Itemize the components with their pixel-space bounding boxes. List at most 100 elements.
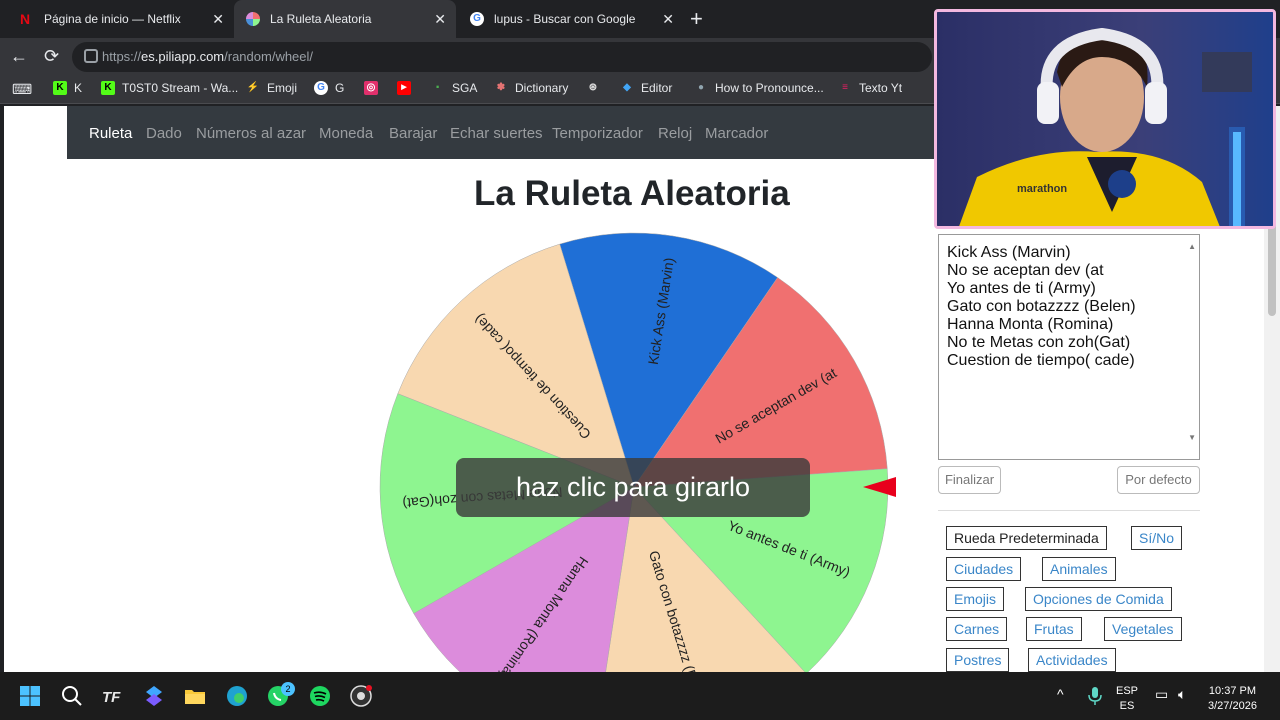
preset-meats[interactable]: Carnes xyxy=(946,617,1008,641)
close-icon[interactable]: ✕ xyxy=(212,11,224,28)
dev-app-icon[interactable] xyxy=(142,684,166,708)
bookmark-label: How to Pronounce... xyxy=(715,81,824,95)
bookmark-label: K xyxy=(74,81,83,95)
webcam-image: marathon xyxy=(937,12,1273,226)
preset-default-wheel[interactable]: Rueda Predeterminada xyxy=(946,526,1107,550)
tab-google[interactable]: G lupus - Buscar con Google ✕ xyxy=(458,0,684,38)
finish-button[interactable]: Finalizar xyxy=(938,466,1001,494)
entry-line: Kick Ass (Marvin) xyxy=(947,244,1071,261)
clock-time: 10:37 PM xyxy=(1208,685,1257,697)
default-button[interactable]: Por defecto xyxy=(1117,466,1200,494)
bookmark-label: Editor xyxy=(641,81,673,95)
bookmark-editor[interactable]: ◆ Editor xyxy=(620,81,672,95)
shirt-text: marathon xyxy=(1017,183,1067,195)
bookmark-dictionary[interactable]: ✽ Dictionary xyxy=(494,81,569,95)
new-tab-button[interactable]: + xyxy=(690,6,703,32)
url-path: /random/wheel/ xyxy=(224,49,314,64)
microphone-icon[interactable] xyxy=(1083,684,1107,708)
kick-icon: K xyxy=(53,81,67,95)
bookmark-label: Emoji xyxy=(267,81,298,95)
tab-title: lupus - Buscar con Google xyxy=(494,12,636,26)
bookmark-label: Dictionary xyxy=(515,81,569,95)
file-explorer-icon[interactable] xyxy=(183,684,207,708)
bookmark-k[interactable]: KK xyxy=(53,81,82,95)
bookmark-g[interactable]: GG xyxy=(314,81,344,95)
tab-netflix[interactable]: N Página de inicio — Netflix ✕ xyxy=(8,0,234,38)
bookmark-chatgpt[interactable]: ⊛ xyxy=(586,81,607,95)
obs-icon[interactable] xyxy=(349,684,373,708)
wheel-segments[interactable]: Kick Ass (Marvin)No se aceptan dev (atYo… xyxy=(379,232,889,672)
preset-animals[interactable]: Animales xyxy=(1042,557,1116,581)
entries-textarea[interactable]: Kick Ass (Marvin) No se aceptan dev (at … xyxy=(938,234,1200,460)
entry-line: No te Metas con zoh(Gat) xyxy=(947,334,1131,351)
language-indicator[interactable]: ESP ES xyxy=(1116,684,1138,714)
scroll-down-icon[interactable]: ▼ xyxy=(1188,429,1196,447)
bookmark-sga[interactable]: · SGA xyxy=(431,79,478,96)
bookmark-label: Texto Yt xyxy=(859,81,903,95)
openai-icon: ⊛ xyxy=(588,82,598,93)
tab-search-icon[interactable]: ⌨ xyxy=(12,81,32,98)
network-icon[interactable]: ▭ xyxy=(1155,686,1168,703)
divider xyxy=(938,510,1200,511)
preset-food[interactable]: Opciones de Comida xyxy=(1025,587,1172,611)
tab-title: Página de inicio — Netflix xyxy=(44,12,181,26)
bookmark-texto-yt[interactable]: ≡ Texto Yt xyxy=(838,81,902,95)
reload-button[interactable]: ⟳ xyxy=(44,46,59,67)
instagram-icon: ◎ xyxy=(364,81,378,95)
netflix-icon: N xyxy=(20,11,31,27)
bookmark-emoji[interactable]: ⚡ Emoji xyxy=(246,81,297,95)
address-bar[interactable]: https://es.piliapp.com/random/wheel/ xyxy=(72,42,932,72)
spotify-icon[interactable] xyxy=(308,684,332,708)
entry-line: Gato con botazzzz (Belen) xyxy=(947,298,1136,315)
entry-line: Cuestion de tiempo( cade) xyxy=(947,352,1135,369)
edge-icon[interactable] xyxy=(225,684,249,708)
preset-vegetables[interactable]: Vegetales xyxy=(1104,617,1182,641)
spin-button[interactable]: haz clic para girarlo xyxy=(456,458,810,517)
site-info-icon[interactable] xyxy=(84,49,98,63)
webcam-overlay: marathon xyxy=(934,9,1276,229)
svg-text:TF: TF xyxy=(102,689,121,706)
bookmark-instagram[interactable]: ◎ xyxy=(364,81,385,95)
entry-line: No se aceptan dev (at xyxy=(947,262,1104,279)
back-button[interactable]: ← xyxy=(10,46,28,67)
preset-fruits[interactable]: Frutas xyxy=(1026,617,1082,641)
close-icon[interactable]: ✕ xyxy=(434,11,446,28)
clock[interactable]: 10:37 PM 3/27/2026 xyxy=(1208,684,1257,714)
editor-icon: ◆ xyxy=(623,82,631,93)
clock-date: 3/27/2026 xyxy=(1208,700,1257,712)
bookmark-label: T0ST0 Stream - Wa... xyxy=(122,81,239,95)
url-scheme: https:// xyxy=(102,49,142,64)
preset-cities[interactable]: Ciudades xyxy=(946,557,1022,581)
preset-yes-no[interactable]: Sí/No xyxy=(1131,526,1183,550)
google-icon: G xyxy=(470,12,484,26)
volume-icon[interactable]: 🔈︎ xyxy=(1178,686,1186,703)
scroll-up-icon[interactable]: ▲ xyxy=(1188,238,1196,256)
keyboard-code: ES xyxy=(1119,700,1135,712)
sga-icon: · xyxy=(435,79,441,96)
preset-emojis[interactable]: Emojis xyxy=(946,587,1005,611)
preset-activities[interactable]: Actividades xyxy=(1028,648,1116,672)
bolt-icon: ⚡ xyxy=(246,82,260,93)
bookmark-label: SGA xyxy=(452,81,478,95)
tray-chevron-icon[interactable]: ^ xyxy=(1057,686,1064,702)
dictionary-icon: ✽ xyxy=(496,82,506,93)
windows-start-icon[interactable] xyxy=(18,684,42,708)
entry-line: Yo antes de ti (Army) xyxy=(947,280,1096,297)
tab-title: La Ruleta Aleatoria xyxy=(270,12,372,26)
entry-line: Hanna Monta (Romina) xyxy=(947,316,1114,333)
url-host: es.piliapp.com xyxy=(141,49,225,64)
text-icon: ≡ xyxy=(842,82,848,93)
kick-icon: K xyxy=(101,81,115,95)
preset-desserts[interactable]: Postres xyxy=(946,648,1010,672)
pronounce-icon: ● xyxy=(697,82,705,93)
language-code: ESP xyxy=(1116,685,1139,697)
tf-app-icon[interactable]: TF xyxy=(101,684,125,708)
tab-ruleta[interactable]: La Ruleta Aleatoria ✕ xyxy=(234,0,456,38)
search-icon[interactable] xyxy=(60,684,84,708)
bookmark-youtube[interactable]: ▶ xyxy=(397,81,418,95)
close-icon[interactable]: ✕ xyxy=(662,11,674,28)
google-icon: G xyxy=(314,81,328,95)
bookmark-tosto-stream[interactable]: K T0ST0 Stream - Wa... xyxy=(101,81,238,95)
bookmark-how-to-pronounce[interactable]: ● How to Pronounce... xyxy=(694,81,824,95)
taskbar: TF 2 ^ ESP ES ▭ 🔈︎ 10:37 PM 3/27/2026 xyxy=(0,672,1280,720)
